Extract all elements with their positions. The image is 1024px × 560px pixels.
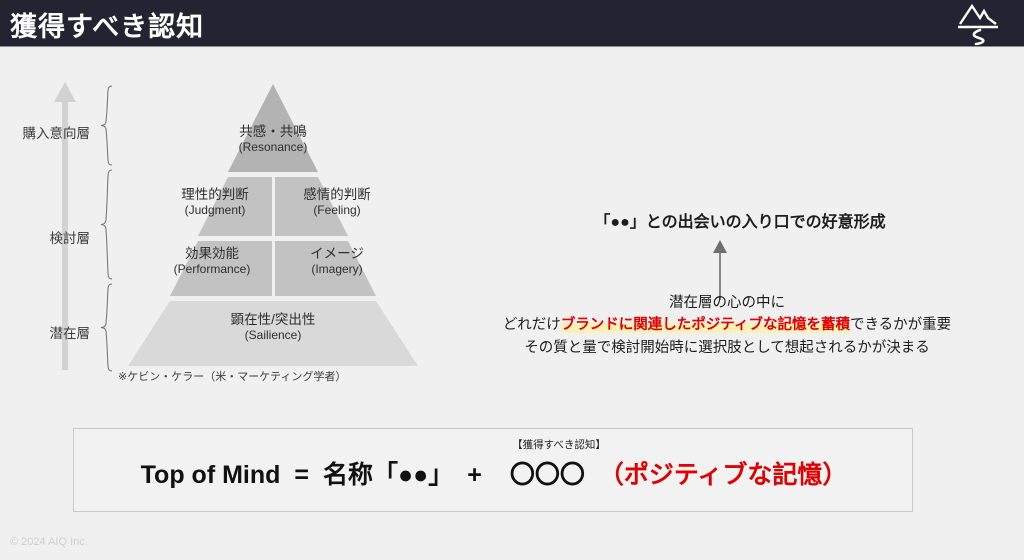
- formula-term-positive-memory: （ポジティブな記憶）: [598, 461, 848, 489]
- right-headline: 「●●」との出会いの入り口での好意形成: [594, 214, 886, 231]
- mountain-river-logo: [954, 2, 1002, 46]
- layer-label-latent: 潜在層: [49, 326, 91, 341]
- formula-term-name: 名称「●●」: [323, 461, 454, 489]
- body-line-3: その質と量で検討開始時に選択肢として想起されるかが決まる: [524, 339, 930, 356]
- formula-term-top-of-mind: Top of Mind: [140, 461, 281, 489]
- pyramid-citation: ※ケビン・ケラー（米・マーケティング学者）: [118, 371, 347, 383]
- highlighted-phrase: ブランドに関連したポジティブな記憶を蓄積: [560, 317, 850, 334]
- body-line-2-post: できるかが重要: [849, 317, 952, 334]
- footer-copyright: © 2024 AIQ Inc.: [10, 536, 88, 548]
- upward-pointer-arrow: [700, 238, 740, 300]
- layer-label-consideration: 検討層: [49, 231, 91, 246]
- body-line-2-pre: どれだけ: [502, 317, 561, 334]
- body-line-1: 潜在層の心の中に: [669, 295, 785, 311]
- formula-equals: =: [294, 461, 310, 489]
- body-line-2: どれだけブランドに関連したポジティブな記憶を蓄積できるかが重要: [430, 314, 1024, 336]
- formula-annotation: 【獲得すべき認知】: [512, 439, 606, 451]
- formula-term-circles: 〇〇〇: [509, 461, 585, 489]
- layer-braces: [96, 84, 118, 372]
- brand-resonance-pyramid: 共感・共鳴 (Resonance) 理性的判断 (Judgment) 感情的判断…: [128, 84, 418, 366]
- page-title: 獲得すべき認知: [10, 12, 205, 42]
- layer-label-purchase-intent: 購入意向層: [22, 126, 91, 141]
- formula-expression: Top of Mind = 名称「●●」 + 〇〇〇 （ポジティブな記憶）: [74, 455, 914, 491]
- slide-root: 獲得すべき認知 購入意向層 検討層 潜在層 共感・共鳴 (Resonance) …: [0, 0, 1024, 560]
- formula-box: 【獲得すべき認知】 Top of Mind = 名称「●●」 + 〇〇〇 （ポジティブな記…: [73, 428, 913, 512]
- right-body-text: 潜在層の心の中に どれだけブランドに関連したポジティブな記憶を蓄積できるかが重要…: [430, 292, 1024, 359]
- slide-header: 獲得すべき認知: [0, 0, 1024, 47]
- formula-plus: +: [467, 461, 482, 489]
